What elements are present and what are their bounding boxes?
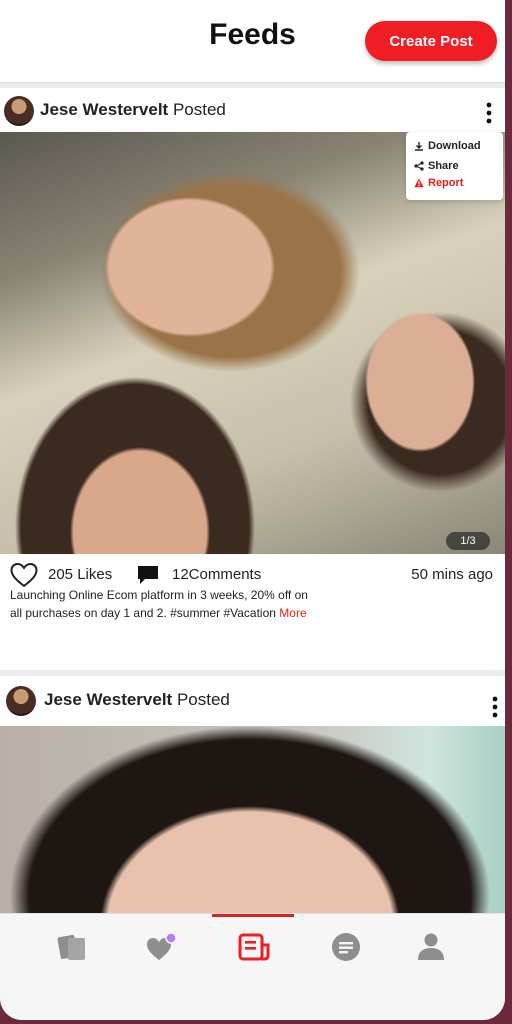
- menu-item-report[interactable]: Report: [414, 177, 463, 189]
- header: Feeds Create Post: [0, 0, 505, 83]
- menu-item-share[interactable]: Share: [414, 160, 459, 172]
- more-options-icon[interactable]: [491, 696, 499, 718]
- profile-icon[interactable]: [414, 930, 448, 964]
- image-counter: 1/3: [446, 532, 490, 550]
- post-options-menu: Download Share Report: [406, 132, 503, 200]
- post-action: Posted: [172, 100, 226, 119]
- author-name[interactable]: Jese Westervelt: [40, 100, 168, 119]
- download-icon: [415, 142, 423, 151]
- menu-label-download: Download: [428, 140, 481, 152]
- avatar[interactable]: [6, 686, 36, 716]
- heart-badge-icon[interactable]: [144, 930, 178, 964]
- more-options-icon[interactable]: [485, 102, 493, 124]
- post-caption: Launching Online Ecom platform in 3 week…: [10, 586, 320, 622]
- avatar[interactable]: [4, 96, 34, 126]
- heart-icon[interactable]: [10, 562, 38, 588]
- menu-label-share: Share: [428, 160, 459, 172]
- more-link[interactable]: More: [279, 606, 306, 620]
- cards-icon[interactable]: [55, 930, 89, 964]
- create-post-button[interactable]: Create Post: [365, 21, 497, 61]
- comment-icon[interactable]: [136, 564, 160, 586]
- share-icon: [414, 161, 424, 171]
- post-card: Jese Westervelt Posted: [0, 676, 505, 916]
- caption-text: Launching Online Ecom platform in 3 week…: [10, 588, 308, 620]
- feed-icon[interactable]: [237, 930, 271, 964]
- likes-count: 205 Likes: [48, 566, 113, 583]
- post-card: Jese Westervelt Posted Download Share Re…: [0, 88, 505, 670]
- chat-icon[interactable]: [329, 930, 363, 964]
- post-header: Jese Westervelt Posted: [0, 88, 505, 132]
- post-author: Jese Westervelt Posted: [44, 690, 230, 710]
- comments-count[interactable]: 12Comments: [172, 566, 261, 583]
- post-image[interactable]: [0, 726, 505, 916]
- post-time: 50 mins ago: [411, 566, 493, 583]
- app-screen: Feeds Create Post Jese Westervelt Posted…: [0, 0, 505, 1020]
- menu-label-report: Report: [428, 177, 464, 189]
- author-name[interactable]: Jese Westervelt: [44, 690, 172, 709]
- bottom-nav: [0, 913, 505, 1020]
- post-header: Jese Westervelt Posted: [0, 676, 505, 720]
- active-tab-indicator: [212, 914, 294, 917]
- menu-item-download[interactable]: Download: [414, 140, 481, 152]
- post-author: Jese Westervelt Posted: [40, 100, 226, 120]
- warning-icon: [414, 178, 424, 188]
- post-action: Posted: [176, 690, 230, 709]
